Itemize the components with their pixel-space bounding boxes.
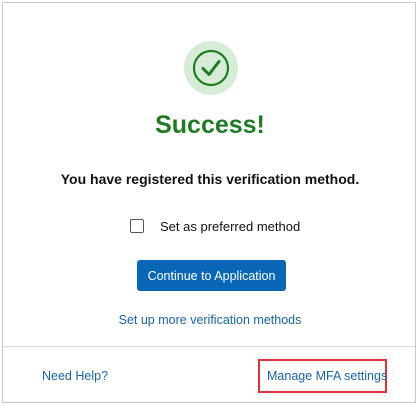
preferred-method-label[interactable]: Set as preferred method xyxy=(160,219,300,234)
manage-mfa-settings-link[interactable]: Manage MFA settings xyxy=(267,369,387,383)
footer-divider xyxy=(3,346,415,347)
success-title: Success! xyxy=(155,111,265,139)
need-help-link[interactable]: Need Help? xyxy=(42,369,108,383)
preferred-method-checkbox[interactable] xyxy=(130,219,144,233)
continue-to-application-button[interactable]: Continue to Application xyxy=(137,260,286,291)
check-circle-icon xyxy=(184,41,238,95)
verification-success-card: Success! You have registered this verifi… xyxy=(2,2,416,403)
preferred-method-row[interactable]: Set as preferred method xyxy=(130,217,300,235)
success-message: You have registered this verification me… xyxy=(60,171,360,187)
setup-more-methods-link[interactable]: Set up more verification methods xyxy=(3,313,417,327)
